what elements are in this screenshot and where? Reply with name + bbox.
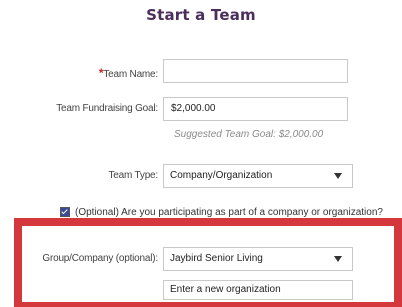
group-company-select[interactable]: Jaybird Senior Living bbox=[163, 247, 353, 271]
new-organization-input[interactable]: Enter a new organization bbox=[163, 280, 353, 300]
fundraising-goal-label: Team Fundraising Goal: bbox=[56, 103, 158, 114]
fundraising-goal-input[interactable]: $2,000.00 bbox=[163, 97, 348, 121]
optional-company-label: (Optional) Are you participating as part… bbox=[75, 207, 383, 218]
team-type-selected: Company/Organization bbox=[170, 170, 273, 181]
highlight-frame-bottom bbox=[14, 302, 402, 307]
chevron-down-icon bbox=[334, 173, 342, 179]
group-company-label: Group/Company (optional): bbox=[42, 253, 158, 264]
team-type-select[interactable]: Company/Organization bbox=[163, 164, 353, 188]
team-name-label-text: Team Name: bbox=[103, 69, 158, 80]
chevron-down-icon bbox=[334, 256, 342, 262]
team-name-input[interactable] bbox=[163, 59, 348, 83]
optional-company-checkbox[interactable] bbox=[60, 207, 70, 218]
optional-company-row: (Optional) Are you participating as part… bbox=[60, 207, 383, 218]
team-name-label: *Team Name: bbox=[60, 66, 158, 80]
page-title: Start a Team bbox=[146, 6, 256, 24]
group-company-selected: Jaybird Senior Living bbox=[170, 253, 263, 264]
team-type-label: Team Type: bbox=[108, 170, 158, 181]
suggested-goal-hint: Suggested Team Goal: $2,000.00 bbox=[174, 129, 324, 140]
